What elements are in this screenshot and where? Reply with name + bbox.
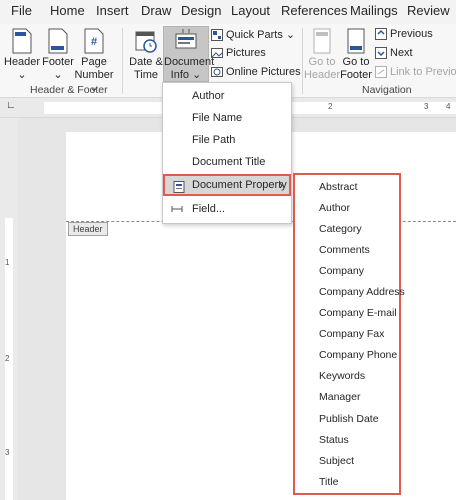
group-label-header-footer: Header & Footer (30, 84, 108, 96)
submenu-item-company-fax[interactable]: Company Fax (295, 324, 399, 345)
menu-item-file-name[interactable]: File Name (163, 107, 291, 129)
document-property-icon (173, 181, 185, 193)
submenu-item-company-address[interactable]: Company Address (295, 282, 405, 303)
document-info-icon (175, 29, 197, 49)
chevron-down-icon: ⌄ (17, 69, 27, 81)
pictures-button[interactable]: Pictures (211, 47, 266, 59)
footer-button[interactable]: Footer ⌄ (40, 28, 76, 82)
quick-parts-icon (211, 28, 223, 41)
menu-item-label: Document Property (192, 179, 287, 191)
document-info-button[interactable]: Document Info ⌄ (164, 28, 214, 82)
ribbon-tab-bar: File Home Insert Draw Design Layout Refe… (0, 0, 456, 24)
online-pictures-button[interactable]: Online Pictures (211, 66, 301, 78)
tab-mailings[interactable]: Mailings (350, 3, 398, 18)
chevron-right-icon: › (279, 178, 283, 192)
go-to-header-button[interactable]: Go to Header (304, 28, 340, 82)
next-button[interactable]: Next (375, 47, 413, 59)
link-icon (375, 66, 387, 78)
submenu-item-company-phone[interactable]: Company Phone (295, 345, 399, 366)
ruler-tick: 4 (446, 102, 451, 111)
submenu-item-category[interactable]: Category (295, 219, 399, 240)
submenu-item-author[interactable]: Author (295, 198, 399, 219)
document-property-submenu: Abstract Author Category Comments Compan… (293, 173, 405, 495)
chevron-down-icon: ⌄ (192, 69, 202, 81)
submenu-item-company[interactable]: Company (295, 261, 399, 282)
next-icon (375, 47, 387, 59)
menu-item-document-property[interactable]: Document Property › (163, 174, 291, 196)
field-icon (171, 206, 183, 212)
ribbon-separator (122, 28, 123, 94)
ruler-tick: 3 (424, 102, 429, 111)
ruler-tick: 1 (5, 258, 10, 267)
submenu-item-comments[interactable]: Comments (295, 240, 399, 261)
tab-draw[interactable]: Draw (141, 3, 171, 18)
ribbon-separator (302, 28, 303, 94)
tab-stop-icon[interactable]: ∟ (6, 100, 16, 111)
tab-design[interactable]: Design (181, 3, 221, 18)
menu-item-label: Field... (192, 203, 226, 215)
go-to-header-icon (313, 28, 331, 54)
pictures-icon (211, 48, 223, 58)
submenu-item-title[interactable]: Title (295, 472, 399, 493)
svg-text:#: # (91, 36, 97, 48)
header-tag: Header (68, 222, 108, 236)
submenu-item-keywords[interactable]: Keywords (295, 366, 399, 387)
submenu-item-subject[interactable]: Subject (295, 451, 399, 472)
calendar-clock-icon (135, 31, 157, 53)
go-to-footer-button[interactable]: Go to Footer (338, 28, 374, 82)
header-icon (12, 28, 32, 54)
tab-home[interactable]: Home (50, 3, 85, 18)
go-to-footer-icon (347, 28, 365, 54)
chevron-down-icon: ⌄ (285, 29, 296, 41)
ruler-tick: 2 (5, 354, 10, 363)
previous-button[interactable]: Previous (375, 28, 433, 40)
date-time-button[interactable]: Date & Time (127, 28, 165, 82)
vertical-ruler[interactable]: 1 2 3 (0, 118, 18, 500)
previous-icon (375, 28, 387, 40)
tab-layout[interactable]: Layout (231, 3, 270, 18)
online-pictures-icon (211, 67, 223, 77)
page-number-icon: # (84, 28, 104, 54)
tab-file[interactable]: File (11, 3, 32, 18)
submenu-item-manager[interactable]: Manager (295, 387, 399, 408)
submenu-item-abstract[interactable]: Abstract (295, 177, 399, 198)
tab-insert[interactable]: Insert (96, 3, 129, 18)
tab-review[interactable]: Review (407, 3, 450, 18)
menu-item-field[interactable]: Field... (163, 198, 291, 220)
menu-item-file-path[interactable]: File Path (163, 129, 291, 151)
submenu-item-publish-date[interactable]: Publish Date (295, 409, 399, 430)
menu-item-author[interactable]: Author (163, 85, 291, 107)
menu-item-document-title[interactable]: Document Title (163, 151, 291, 173)
submenu-item-company-email[interactable]: Company E-mail (295, 303, 399, 324)
tab-references[interactable]: References (281, 3, 347, 18)
document-info-menu: Author File Name File Path Document Titl… (162, 82, 292, 224)
quick-parts-button[interactable]: Quick Parts ⌄ (211, 28, 295, 41)
ruler-tick: 3 (5, 448, 10, 457)
footer-icon (48, 28, 68, 54)
link-to-previous-button[interactable]: Link to Previous (375, 66, 456, 78)
group-label-navigation: Navigation (362, 84, 412, 96)
submenu-item-status[interactable]: Status (295, 430, 399, 451)
chevron-down-icon: ⌄ (53, 69, 63, 81)
header-button[interactable]: Header ⌄ (4, 28, 40, 82)
ruler-tick: 2 (328, 102, 333, 111)
